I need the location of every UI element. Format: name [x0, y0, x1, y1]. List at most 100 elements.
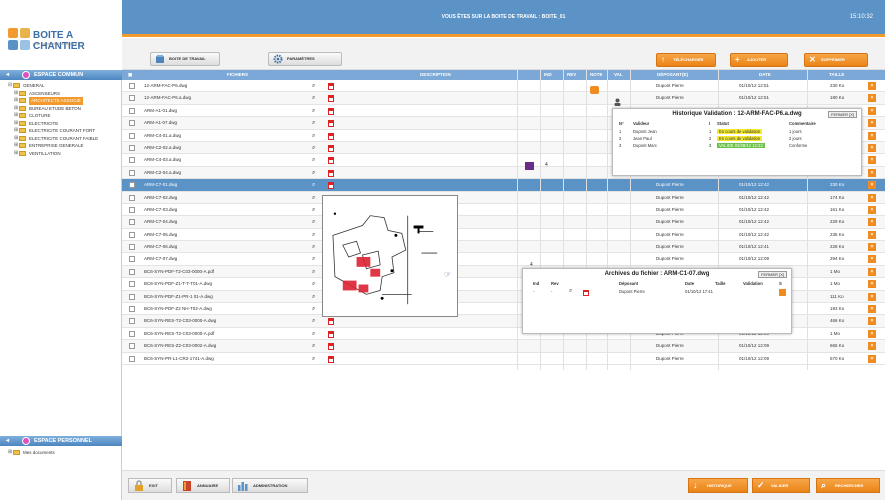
col-deposant[interactable]: DÉPOSANT(E)	[657, 72, 688, 77]
file-name[interactable]: ARM-C7-06.dwg	[144, 241, 177, 253]
delete-icon[interactable]: ×	[868, 243, 876, 252]
table-row[interactable]: ARM-C7-03.dwg ⌕ Dupont Pierre 01/10/12 12:4…	[122, 203, 885, 217]
row-checkbox[interactable]	[129, 157, 135, 164]
delete-icon[interactable]: ×	[868, 354, 876, 363]
table-row[interactable]: ARM-C7-07.dwg ⌕ Dupont Pierre 01/10/12 12:0…	[122, 253, 885, 266]
file-name[interactable]: BC6-SYN-PR-L1-CR2-1741-A.dwg	[144, 353, 214, 365]
ajouter-button[interactable]: + AJOUTER	[730, 53, 788, 67]
file-name[interactable]: ARM-C7-03.dwg	[144, 204, 177, 216]
table-row[interactable]: ARM-C7-06.dwg ⌕ Dupont Pierre 01/10/12 12:4…	[122, 241, 885, 254]
row-checkbox[interactable]	[129, 194, 135, 201]
pdf-icon[interactable]	[328, 169, 334, 177]
archive-preview-icon[interactable]: ⌕	[569, 288, 572, 295]
preview-magnifier-icon[interactable]: ⌕	[312, 241, 315, 253]
row-checkbox[interactable]	[129, 95, 135, 102]
archive-delete-icon[interactable]	[779, 289, 786, 296]
delete-icon[interactable]: ×	[868, 205, 876, 214]
pdf-icon[interactable]	[328, 132, 334, 140]
table-row[interactable]: 12-ARM-FAC-P6.dwg ⌕ Dupont Pierre 01/10/12 …	[122, 80, 885, 93]
preview-magnifier-icon[interactable]: ⌕	[312, 117, 315, 129]
col-note[interactable]: NOTE	[590, 72, 603, 77]
tree-node[interactable]: ⊞ ARCHITECTE ASSOCIÉ	[8, 97, 98, 105]
row-checkbox[interactable]	[129, 355, 135, 362]
preview-magnifier-icon[interactable]: ⌕	[312, 340, 315, 352]
select-all-checkbox[interactable]: ▣	[128, 72, 132, 78]
file-name[interactable]: ARM-C2-04.a.dwg	[144, 167, 181, 179]
pdf-icon[interactable]	[328, 343, 334, 351]
validation-close-button[interactable]: FERMER [X]	[828, 111, 857, 118]
preview-magnifier-icon[interactable]: ⌕	[312, 315, 315, 327]
archive-close-button[interactable]: FERMER [X]	[758, 271, 787, 278]
delete-icon[interactable]: ×	[868, 131, 876, 140]
preview-magnifier-icon[interactable]: ⌕	[312, 291, 315, 303]
row-checkbox[interactable]	[129, 231, 135, 238]
file-name[interactable]: ARM-A1-01.dwg	[144, 105, 177, 117]
pdf-icon[interactable]	[328, 83, 334, 90]
file-name[interactable]: BC6-SYN-PDF-Z2 NH-T02-A.dwg	[144, 303, 212, 315]
file-name[interactable]: 12-ARM-FAC-P6.a.dwg	[144, 92, 191, 104]
delete-icon[interactable]: ×	[868, 292, 876, 301]
tree-node[interactable]: ⊞ CLOTURE	[8, 112, 98, 120]
tree-node[interactable]: ⊞ ELECTRICITE COURANT FORT	[8, 127, 98, 135]
pdf-icon[interactable]	[328, 144, 334, 152]
pdf-icon[interactable]	[328, 157, 334, 165]
row-checkbox[interactable]	[129, 268, 135, 275]
row-checkbox[interactable]	[129, 343, 135, 350]
delete-icon[interactable]: ×	[868, 280, 876, 289]
file-name[interactable]: BC6-SYN-RES-T2-C03-0000-A.dwg	[144, 315, 216, 327]
annuaire-button[interactable]: ANNUAIRE	[176, 478, 230, 493]
delete-icon[interactable]: ×	[868, 255, 876, 264]
pdf-icon[interactable]	[328, 182, 334, 190]
delete-icon[interactable]: ×	[868, 143, 876, 152]
pdf-icon[interactable]	[328, 330, 334, 338]
table-row[interactable]: BC6-SYN-RES-Z2-C03-0002-A.dwg ⌕ Dupont Pie…	[122, 340, 885, 353]
delete-icon[interactable]: ×	[868, 106, 876, 115]
preview-magnifier-icon[interactable]: ⌕	[312, 192, 315, 204]
file-name[interactable]: ARM-C7-07.dwg	[144, 253, 177, 265]
file-name[interactable]: BC6-SYN-RES-Z2-C03-0002-A.dwg	[144, 340, 216, 352]
archive-pdf-icon[interactable]	[583, 290, 589, 296]
valider-button[interactable]: ✓ VALIDER	[752, 478, 810, 493]
delete-icon[interactable]: ×	[868, 193, 876, 202]
pdf-icon[interactable]	[328, 107, 334, 115]
row-checkbox[interactable]	[129, 182, 135, 189]
row-checkbox[interactable]	[129, 120, 135, 127]
preview-magnifier-icon[interactable]: ⌕	[312, 179, 315, 191]
tree-node[interactable]: ⊞ ASCENSEURS	[8, 90, 98, 98]
delete-icon[interactable]: ×	[868, 267, 876, 276]
row-checkbox[interactable]	[129, 244, 135, 251]
preview-magnifier-icon[interactable]: ⌕	[312, 167, 315, 179]
row-checkbox[interactable]	[129, 293, 135, 300]
delete-icon[interactable]: ×	[868, 329, 876, 338]
preview-magnifier-icon[interactable]: ⌕	[312, 303, 315, 315]
row-checkbox[interactable]	[129, 169, 135, 176]
file-name[interactable]: BC6-SYN-PDF-T2-C03-0000-A.pdf	[144, 266, 214, 278]
file-name[interactable]: BC6-SYN-PDF-Z1-T-T-T01-A.dwg	[144, 278, 212, 290]
delete-icon[interactable]: ×	[868, 342, 876, 351]
col-ind[interactable]: IND	[544, 72, 552, 77]
telecharger-button[interactable]: ↑ TÉLÉCHARGER	[656, 53, 716, 67]
file-name[interactable]: ARM-C7-04.dwg	[144, 216, 177, 228]
delete-icon[interactable]: ×	[868, 317, 876, 326]
file-name[interactable]: ARM-C4-01.a.dwg	[144, 130, 181, 142]
tree-node[interactable]: ⊟ GENERAL	[8, 82, 98, 90]
col-val[interactable]: VAL	[614, 72, 623, 77]
row-checkbox[interactable]	[129, 318, 135, 325]
col-description[interactable]: DESCRIPTION	[420, 72, 451, 77]
preview-magnifier-icon[interactable]: ⌕	[312, 216, 315, 228]
file-name[interactable]: ARM-C2-02.a.dwg	[144, 142, 181, 154]
table-row[interactable]: ARM-C7-01.dwg ⌕ Dupont Pierre 01/10/12 12:4…	[122, 179, 885, 192]
exit-button[interactable]: EXIT	[128, 478, 172, 493]
row-checkbox[interactable]	[129, 83, 135, 89]
preview-magnifier-icon[interactable]: ⌕	[312, 266, 315, 278]
user-validation-icon[interactable]	[613, 98, 622, 106]
row-checkbox[interactable]	[129, 306, 135, 313]
tree-node[interactable]: ⊞ ENTREPRISE GENERALE	[8, 142, 98, 150]
preview-magnifier-icon[interactable]: ⌕	[312, 154, 315, 166]
row-checkbox[interactable]	[129, 132, 135, 139]
tree-node[interactable]: ⊞ BUREAU ETUDE BETON	[8, 105, 98, 113]
delete-icon[interactable]: ×	[868, 230, 876, 239]
preview-magnifier-icon[interactable]: ⌕	[312, 80, 315, 92]
preview-magnifier-icon[interactable]: ⌕	[312, 253, 315, 265]
row-checkbox[interactable]	[129, 330, 135, 337]
